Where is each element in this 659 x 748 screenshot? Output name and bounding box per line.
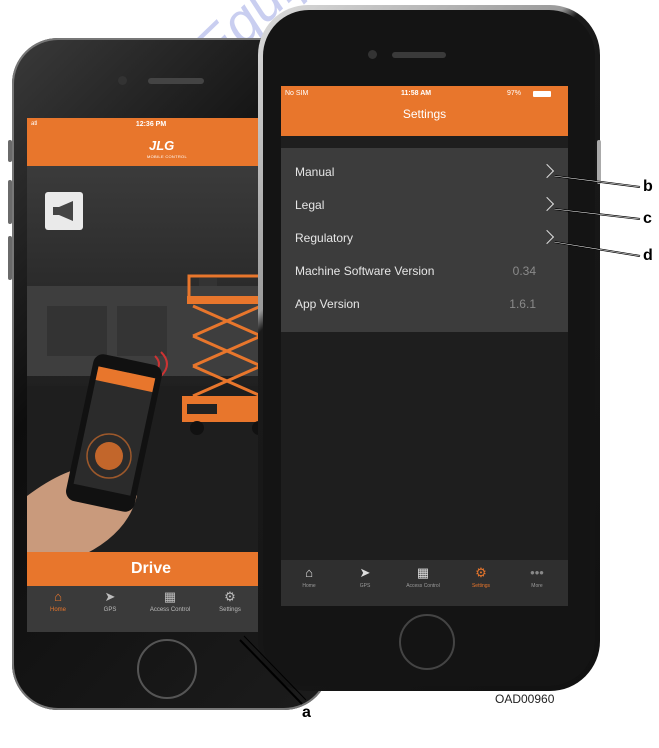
callout-b: b bbox=[643, 178, 653, 195]
callout-d: d bbox=[643, 247, 653, 264]
callout-a: a bbox=[302, 704, 311, 721]
callout-c: c bbox=[643, 210, 652, 227]
callout-leader-lines bbox=[239, 175, 641, 705]
figure-code: OAD00960 bbox=[495, 692, 555, 706]
